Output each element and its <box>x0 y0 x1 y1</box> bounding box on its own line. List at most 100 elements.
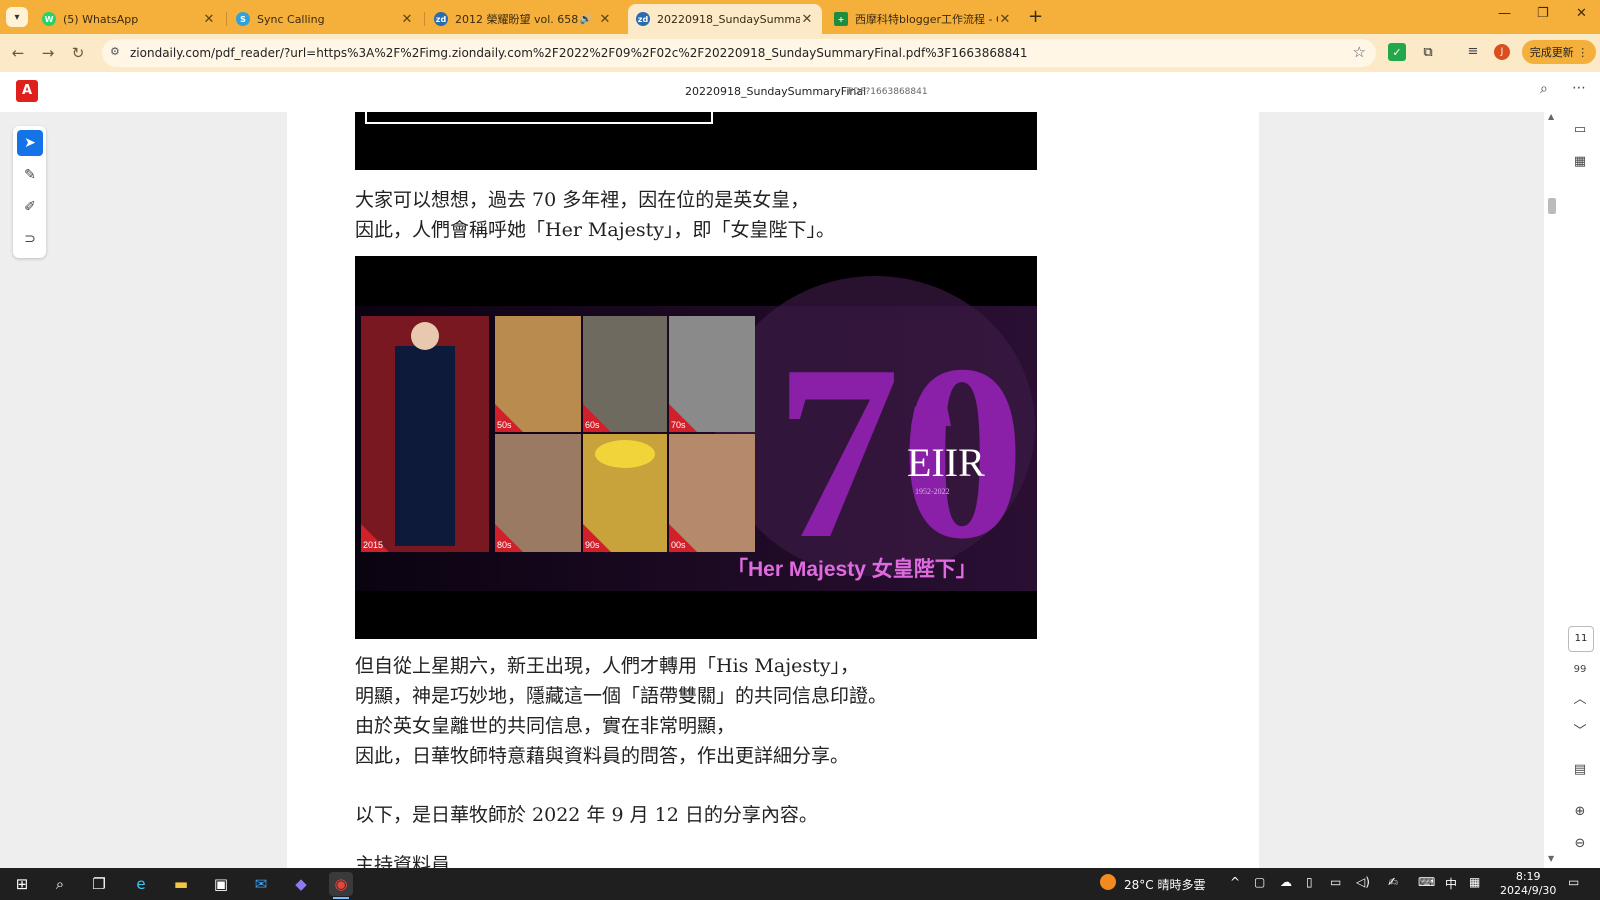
lasso-tool-button[interactable]: ⊃ <box>17 226 43 252</box>
chevron-down-icon: ▾ <box>14 11 20 23</box>
highlight-tool-button[interactable]: ✐ <box>17 194 43 220</box>
browser-toolbar: ← → ↻ ⚙ ziondaily.com/pdf_reader/?url=ht… <box>0 34 1600 72</box>
extensions-puzzle-icon[interactable]: ⧉ <box>1419 43 1437 61</box>
show-hidden-icons[interactable]: ^ <box>1230 875 1240 889</box>
whatsapp-icon: W <box>42 12 56 26</box>
tab-blogger-workflow[interactable]: + 西摩科特blogger工作流程 - Go ✕ <box>826 4 1020 34</box>
notifications-icon[interactable]: ▭ <box>1568 875 1579 889</box>
current-page-input[interactable]: 11 <box>1568 626 1594 652</box>
pdf-viewer: ➤ ✎ ✐ ⊃ 大家可以想想，過去 70 多年裡，因在位的是英女皇， 因此，人們… <box>0 112 1600 868</box>
tab-sync-calling[interactable]: S Sync Calling ✕ <box>228 4 422 34</box>
ime-indicator[interactable]: 中 <box>1445 875 1457 892</box>
zoom-out-icon[interactable]: ⊖ <box>1570 834 1590 854</box>
weather-desc: 晴時多雲 <box>1157 878 1206 892</box>
new-tab-button[interactable]: + <box>1028 6 1043 27</box>
search-button[interactable]: ⌕ <box>48 872 72 896</box>
ime-mode-icon[interactable]: ▦ <box>1469 875 1480 889</box>
forward-button[interactable]: → <box>38 43 58 63</box>
arrow-left-icon: ← <box>11 44 25 62</box>
keyboard-icon[interactable]: ⌨ <box>1418 875 1435 889</box>
text-line: 因此，人們會稱呼她「Her Majesty」，即「女皇陛下」。 <box>355 219 835 241</box>
comment-tool-button[interactable]: ✎ <box>17 162 43 188</box>
zoom-in-icon[interactable]: ⊕ <box>1570 802 1590 822</box>
sheets-icon: + <box>834 12 848 26</box>
select-tool-button[interactable]: ➤ <box>17 130 43 156</box>
usb-icon[interactable]: ▯ <box>1306 875 1313 889</box>
close-window-button[interactable]: ✕ <box>1576 6 1587 21</box>
more-options-icon[interactable]: ⋯ <box>1572 80 1586 96</box>
profile-avatar[interactable]: J <box>1494 44 1510 60</box>
close-icon[interactable]: ✕ <box>998 12 1012 27</box>
extension-check-icon[interactable]: ✓ <box>1388 43 1406 61</box>
vertical-scrollbar[interactable]: ▲ ▼ <box>1544 112 1560 868</box>
reload-button[interactable]: ↻ <box>68 43 88 63</box>
top-image-partial <box>355 112 1037 170</box>
bookmark-star-icon[interactable]: ☆ <box>1353 43 1366 61</box>
weather-temp: 28°C <box>1124 878 1154 892</box>
page-fit-icon[interactable]: ▤ <box>1570 760 1590 780</box>
update-button[interactable]: 完成更新 ⋮ <box>1522 40 1596 64</box>
system-clock[interactable]: 8:19 2024/9/30 <box>1500 870 1556 898</box>
photo-60s <box>583 316 667 432</box>
pen-menu-icon[interactable]: ✍ <box>1388 875 1398 889</box>
taskbar: ⊞ ⌕ ❐ e ▬ ▣ ✉ ◆ ◉ 28°C 晴時多雲 ^ ▢ ☁ ▯ ▭ ◁)… <box>0 868 1600 900</box>
speaker-icon[interactable]: 🔊 <box>580 14 592 25</box>
right-rail: ▭ ▦ 11 99 ︿ ﹀ ▤ ⊕ ⊖ <box>1560 112 1600 868</box>
address-bar[interactable]: ⚙ ziondaily.com/pdf_reader/?url=https%3A… <box>102 39 1376 67</box>
close-icon[interactable]: ✕ <box>202 12 216 27</box>
tab-ziondaily-658[interactable]: zd 2012 榮耀盼望 vol. 658 —— 🔊 ✕ <box>426 4 620 34</box>
tab-sunday-summary[interactable]: zd 20220918_SundaySummaryFi ✕ <box>628 4 822 34</box>
site-settings-icon[interactable]: ⚙ <box>110 45 124 59</box>
volume-icon[interactable]: ◁) <box>1356 875 1370 889</box>
decade-label: 70s <box>671 420 686 430</box>
arrow-right-icon: → <box>41 44 55 62</box>
photo-80s <box>495 434 581 552</box>
weather-widget[interactable]: 28°C 晴時多雲 <box>1124 876 1206 893</box>
back-button[interactable]: ← <box>8 43 28 63</box>
mail-button[interactable]: ✉ <box>249 872 273 896</box>
close-icon[interactable]: ✕ <box>400 12 414 27</box>
decade-label: 80s <box>497 540 512 550</box>
scroll-down-icon[interactable]: ▼ <box>1548 854 1554 863</box>
paragraph-sharing-date: 以下，是日華牧師於 2022 年 9 月 12 日的分享內容。 <box>355 804 818 826</box>
pdf-page: 大家可以想想，過去 70 多年裡，因在位的是英女皇， 因此，人們會稱呼她「Her… <box>287 112 1259 868</box>
comments-icon[interactable]: ▭ <box>1570 120 1590 140</box>
close-icon[interactable]: ✕ <box>598 12 612 27</box>
folder-icon: ▬ <box>173 875 189 893</box>
task-view-button[interactable]: ❐ <box>87 872 111 896</box>
edge-button[interactable]: e <box>129 872 153 896</box>
acrobat-logo-icon: A <box>16 80 38 102</box>
tab-title: 20220918_SundaySummaryFi <box>657 12 800 26</box>
thumbnails-icon[interactable]: ▦ <box>1570 152 1590 172</box>
close-icon[interactable]: ✕ <box>800 12 814 27</box>
chrome-button[interactable]: ◉ <box>329 872 353 899</box>
restore-button[interactable]: ❐ <box>1537 6 1549 21</box>
page-down-icon[interactable]: ﹀ <box>1570 722 1590 742</box>
text-line: 由於英女皇離世的共同信息，實在非常明顯， <box>355 715 736 737</box>
scroll-thumb[interactable] <box>1548 198 1556 214</box>
comment-icon: ✎ <box>24 167 36 183</box>
search-icon[interactable]: ⌕ <box>1540 81 1548 97</box>
network-icon[interactable]: ▭ <box>1330 875 1341 889</box>
meet-icon[interactable]: ▢ <box>1254 875 1265 889</box>
tab-search-button[interactable]: ▾ <box>6 7 28 27</box>
start-button[interactable]: ⊞ <box>10 872 34 896</box>
minimize-button[interactable]: — <box>1498 6 1511 21</box>
weather-icon[interactable] <box>1100 874 1116 890</box>
file-explorer-button[interactable]: ▬ <box>169 872 193 896</box>
store-button[interactable]: ▣ <box>209 872 233 896</box>
task-view-icon: ❐ <box>92 875 106 893</box>
tab-strip: ▾ W (5) WhatsApp ✕ S Sync Calling ✕ zd 2… <box>0 0 1600 34</box>
url-text[interactable]: ziondaily.com/pdf_reader/?url=https%3A%2… <box>130 46 1028 60</box>
decade-label: 00s <box>671 540 686 550</box>
edge-icon: e <box>136 875 146 893</box>
scroll-up-icon[interactable]: ▲ <box>1548 112 1554 121</box>
onedrive-icon[interactable]: ☁ <box>1280 875 1292 889</box>
tab-title: 西摩科特blogger工作流程 - Go <box>855 13 998 26</box>
ziondaily-icon: zd <box>434 12 448 26</box>
copilot-button[interactable]: ◆ <box>289 872 313 896</box>
decade-label: 90s <box>585 540 600 550</box>
page-up-icon[interactable]: ︿ <box>1570 690 1590 710</box>
media-controls-icon[interactable]: ≡ <box>1464 42 1482 60</box>
tab-whatsapp[interactable]: W (5) WhatsApp ✕ <box>34 4 224 34</box>
